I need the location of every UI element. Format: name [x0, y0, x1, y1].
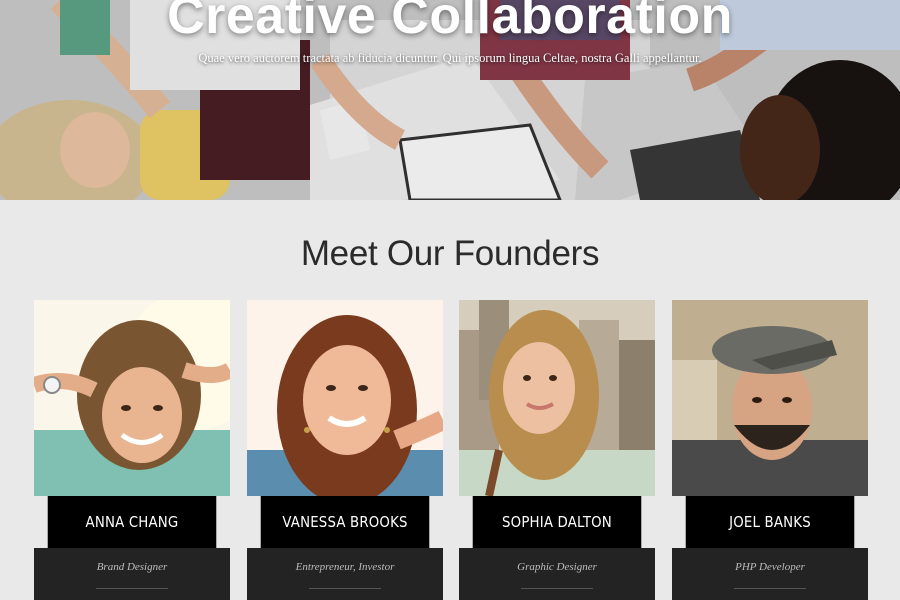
founder-portrait-image: [672, 300, 868, 496]
founder-name: JOEL BANKS: [685, 496, 855, 548]
founders-grid: ANNA CHANG Brand Designer VANESSA BROOKS: [34, 300, 868, 600]
founder-photo: [672, 300, 868, 496]
founder-name: VANESSA BROOKS: [260, 496, 430, 548]
founder-role: PHP Developer: [735, 561, 805, 573]
founder-card[interactable]: VANESSA BROOKS Entrepreneur, Investor: [247, 300, 443, 600]
founder-role: Graphic Designer: [517, 561, 597, 573]
hero-subtitle: Quae vero auctorem tractata ab fiducia d…: [198, 51, 702, 65]
founder-photo: [247, 300, 443, 496]
divider: [521, 588, 593, 589]
founder-role: Entrepreneur, Investor: [295, 561, 395, 573]
divider: [734, 588, 806, 589]
founder-photo: [34, 300, 230, 496]
founder-card[interactable]: SOPHIA DALTON Graphic Designer: [459, 300, 655, 600]
hero-banner: Creative Collaboration Quae vero auctore…: [0, 0, 900, 200]
founder-role-box: Brand Designer: [34, 548, 230, 600]
divider: [96, 588, 168, 589]
founder-name: SOPHIA DALTON: [472, 496, 642, 548]
founder-role-box: Graphic Designer: [459, 548, 655, 600]
founder-portrait-image: [459, 300, 655, 496]
founder-photo: [459, 300, 655, 496]
founder-role-box: Entrepreneur, Investor: [247, 548, 443, 600]
founder-name: ANNA CHANG: [47, 496, 217, 548]
founder-role: Brand Designer: [96, 561, 168, 573]
founder-role-box: PHP Developer: [672, 548, 868, 600]
founder-card[interactable]: ANNA CHANG Brand Designer: [34, 300, 230, 600]
founder-portrait-image: [34, 300, 230, 496]
divider: [309, 588, 381, 589]
section-title: Meet Our Founders: [300, 234, 600, 273]
founder-portrait-image: [247, 300, 443, 496]
hero-title: Creative Collaboration: [167, 0, 733, 45]
founder-card[interactable]: JOEL BANKS PHP Developer: [672, 300, 868, 600]
